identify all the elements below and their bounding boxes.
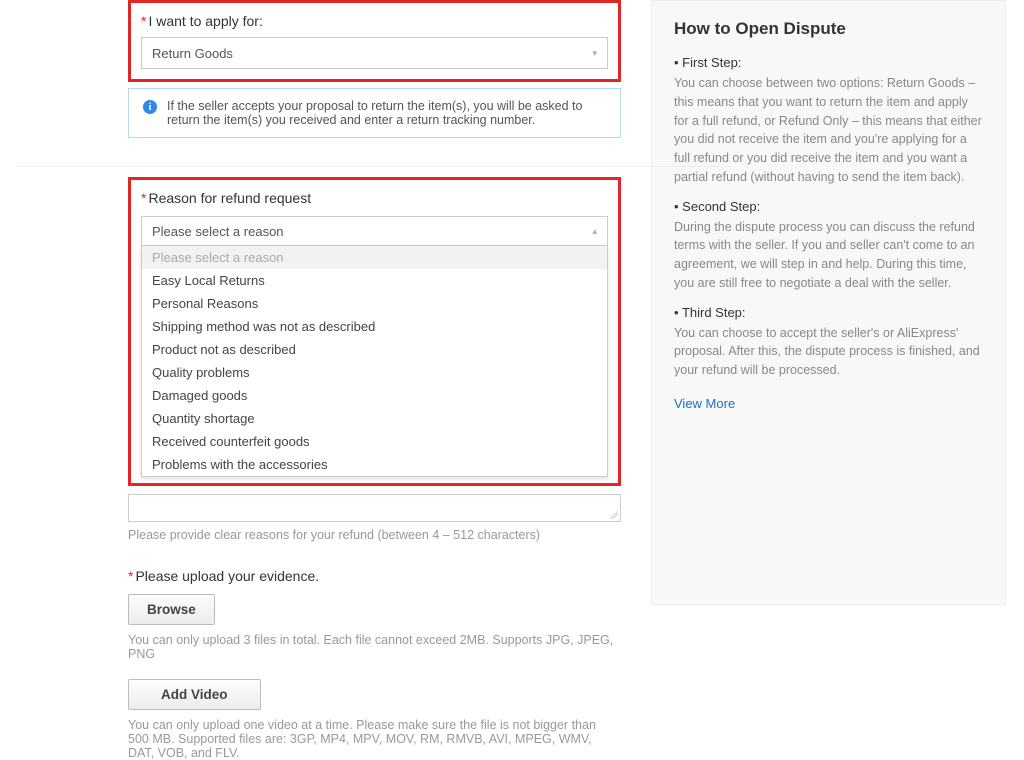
reason-option-placeholder: Please select a reason <box>142 246 607 269</box>
reason-label-text: Reason for refund request <box>148 190 311 206</box>
apply-for-select[interactable]: Return Goods ▾ <box>141 37 608 69</box>
reason-option[interactable]: Easy Local Returns <box>142 269 607 292</box>
reason-option[interactable]: Quality problems <box>142 361 607 384</box>
reason-option[interactable]: Personal Reasons <box>142 292 607 315</box>
step-label: First Step: <box>674 55 983 70</box>
evidence-title: *Please upload your evidence. <box>128 568 621 584</box>
required-mark: * <box>141 13 146 29</box>
sidebar-step-2: Second Step: During the dispute process … <box>674 199 983 293</box>
view-more-link[interactable]: View More <box>674 396 735 411</box>
step-text: You can choose to accept the seller's or… <box>674 324 983 380</box>
step-label: Second Step: <box>674 199 983 214</box>
apply-for-section: *I want to apply for: Return Goods ▾ <box>128 0 621 82</box>
sidebar-title: How to Open Dispute <box>674 19 983 39</box>
evidence-file-hint: You can only upload 3 files in total. Ea… <box>128 633 621 661</box>
chevron-down-icon: ▾ <box>592 48 597 59</box>
textarea-hint: Please provide clear reasons for your re… <box>128 528 621 542</box>
evidence-section: *Please upload your evidence. Browse You… <box>128 568 621 760</box>
info-banner: i If the seller accepts your proposal to… <box>128 88 621 138</box>
add-video-button[interactable]: Add Video <box>128 679 261 710</box>
reason-option[interactable]: Received counterfeit goods <box>142 430 607 453</box>
step-text: You can choose between two options: Retu… <box>674 74 983 187</box>
reason-option[interactable]: Shipping method was not as described <box>142 315 607 338</box>
chevron-up-icon: ▴ <box>592 226 597 237</box>
required-mark: * <box>141 190 146 206</box>
info-icon: i <box>143 100 157 114</box>
reason-option[interactable]: Problems with the accessories <box>142 453 607 476</box>
reason-dropdown: Please select a reason Easy Local Return… <box>141 246 608 477</box>
reason-section: *Reason for refund request Please select… <box>128 177 621 486</box>
sidebar: How to Open Dispute First Step: You can … <box>651 0 1006 605</box>
step-text: During the dispute process you can discu… <box>674 218 983 293</box>
reason-textarea[interactable] <box>128 494 621 522</box>
browse-button[interactable]: Browse <box>128 594 215 625</box>
reason-select[interactable]: Please select a reason ▴ <box>141 216 608 246</box>
apply-for-label: *I want to apply for: <box>141 13 608 29</box>
evidence-title-text: Please upload your evidence. <box>135 568 319 584</box>
required-mark: * <box>128 568 133 584</box>
evidence-video-hint: You can only upload one video at a time.… <box>128 718 608 760</box>
reason-option[interactable]: Damaged goods <box>142 384 607 407</box>
info-banner-text: If the seller accepts your proposal to r… <box>167 99 606 127</box>
sidebar-step-3: Third Step: You can choose to accept the… <box>674 305 983 380</box>
apply-for-label-text: I want to apply for: <box>148 13 262 29</box>
apply-for-value: Return Goods <box>152 46 233 61</box>
reason-option[interactable]: Quantity shortage <box>142 407 607 430</box>
reason-label: *Reason for refund request <box>141 190 608 206</box>
reason-selected-value: Please select a reason <box>152 224 284 239</box>
step-label: Third Step: <box>674 305 983 320</box>
section-divider <box>18 166 731 167</box>
reason-option[interactable]: Product not as described <box>142 338 607 361</box>
